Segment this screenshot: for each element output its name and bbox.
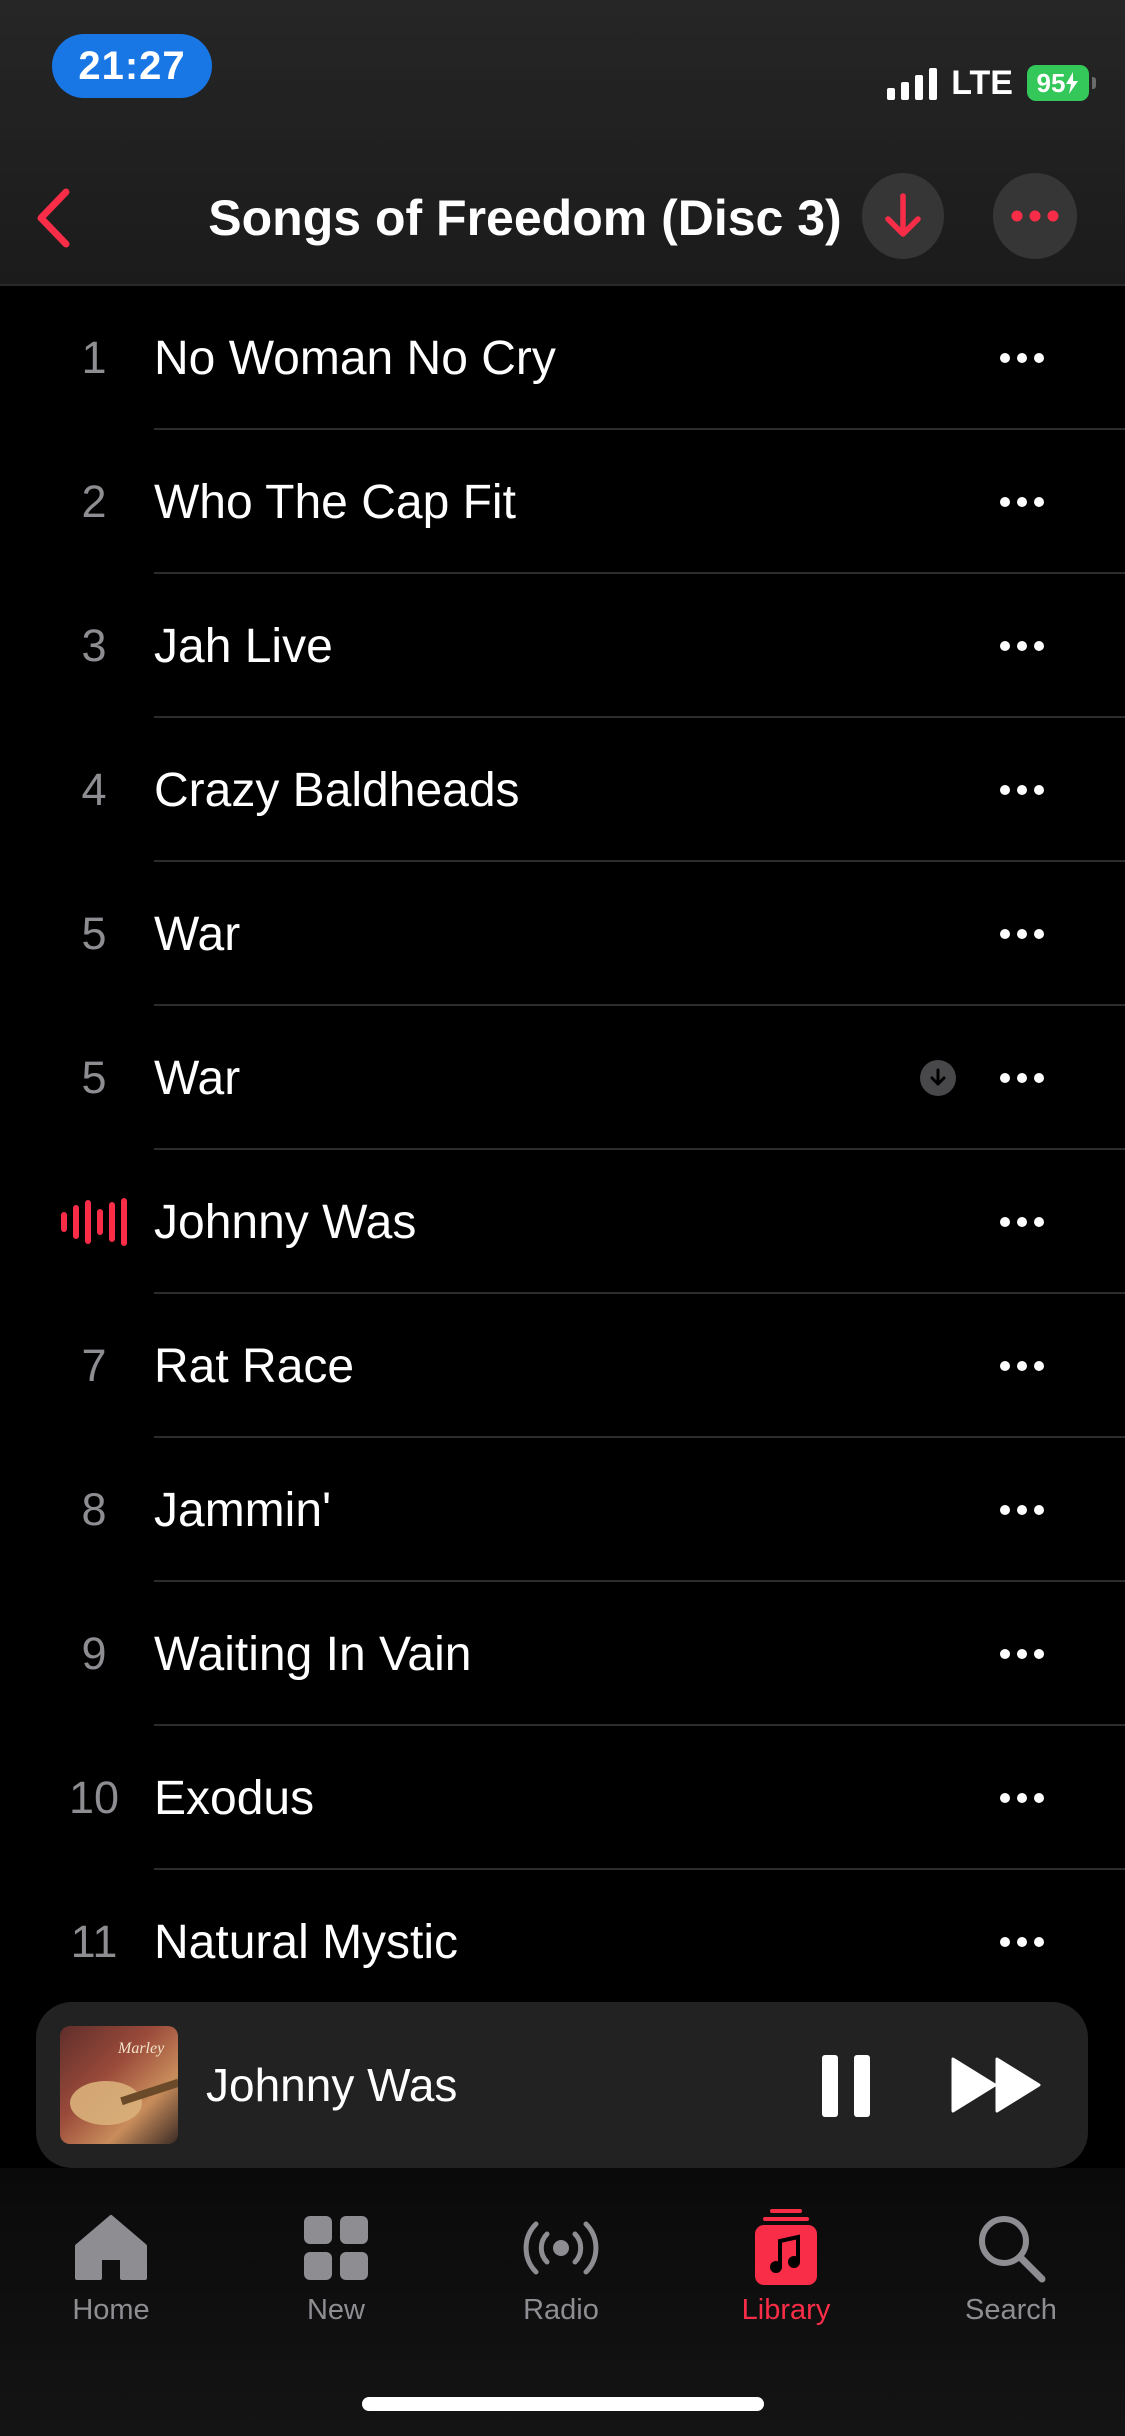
battery-icon: 95 [1027,65,1096,101]
track-title: Jah Live [154,619,333,673]
tab-radio[interactable]: Radio [461,2208,661,2338]
ellipsis-icon [1011,210,1059,222]
download-badge-icon[interactable] [920,1060,956,1096]
track-more-icon[interactable] [990,430,1054,574]
charging-bolt-icon [1066,72,1079,94]
track-number: 9 [81,1628,107,1679]
track-more-icon[interactable] [990,286,1054,430]
back-button[interactable] [18,178,88,258]
track-row[interactable]: 7 Rat Race [0,1294,1125,1438]
track-more-icon[interactable] [990,1870,1054,2014]
track-number: 7 [81,1340,107,1391]
tab-label: New [306,2294,365,2326]
mini-player[interactable]: Marley Johnny Was [36,2002,1088,2168]
now-playing-title: Johnny Was [206,2059,458,2111]
now-playing-indicator [40,1150,148,1294]
tab-search[interactable]: Search [911,2208,1111,2338]
track-title: Exodus [154,1771,315,1825]
track-more-icon[interactable] [990,718,1054,862]
fast-forward-icon [951,2057,1041,2113]
artwork-logo: Marley [118,2040,165,2057]
chevron-left-icon [37,188,70,248]
track-more-icon[interactable] [990,574,1054,718]
grid-icon [303,2208,369,2288]
radio-icon [514,2208,608,2288]
track-more-icon[interactable] [990,1582,1054,1726]
tab-label: Home [72,2294,150,2326]
top-bar: 21:27 LTE 95 Songs of Freedom (Disc 3) [0,0,1125,286]
track-title: War [154,907,241,961]
pause-button[interactable] [806,2046,886,2126]
track-row[interactable]: Johnny Was [0,1150,1125,1294]
tab-library[interactable]: Library [686,2208,886,2338]
track-number: 8 [81,1484,107,1535]
track-row[interactable]: 1 No Woman No Cry [0,286,1125,430]
tab-label: Radio [523,2294,599,2326]
home-icon [74,2208,148,2288]
network-type: LTE [951,63,1013,102]
track-title: Natural Mystic [154,1915,459,1969]
track-row[interactable]: 5 War [0,1006,1125,1150]
equalizer-icon [61,1150,127,1294]
status-indicators: LTE 95 [887,58,1096,108]
library-icon [754,2208,818,2288]
track-title: War [154,1051,241,1105]
track-title: Johnny Was [154,1195,417,1249]
album-title: Songs of Freedom (Disc 3) [208,190,842,246]
track-number: 10 [68,1772,120,1823]
track-title: Rat Race [154,1339,355,1393]
track-number: 5 [81,1052,107,1103]
track-title: Waiting In Vain [154,1627,472,1681]
home-indicator[interactable] [362,2397,764,2411]
more-options-button[interactable] [993,173,1077,259]
track-more-icon[interactable] [990,1726,1054,1870]
track-row[interactable]: 5 War [0,862,1125,1006]
track-more-icon[interactable] [990,1150,1054,1294]
track-row[interactable]: 8 Jammin' [0,1438,1125,1582]
next-track-button[interactable] [942,2042,1052,2128]
track-number: 2 [81,476,107,527]
track-title: Crazy Baldheads [154,763,520,817]
tab-label: Search [965,2294,1057,2326]
track-title: Who The Cap Fit [154,475,516,529]
track-number: 5 [81,908,107,959]
track-more-icon[interactable] [990,1438,1054,1582]
track-row[interactable]: 9 Waiting In Vain [0,1582,1125,1726]
track-list: 1 No Woman No Cry 2 Who The Cap Fit 3 Ja… [0,286,1125,2014]
download-button[interactable] [862,173,944,259]
track-number: 11 [70,1916,118,1967]
track-row[interactable]: 2 Who The Cap Fit [0,430,1125,574]
track-more-icon[interactable] [990,862,1054,1006]
search-icon [976,2208,1046,2288]
cellular-signal-icon [887,66,938,100]
track-row[interactable]: 10 Exodus [0,1726,1125,1870]
tab-new[interactable]: New [236,2208,436,2338]
track-number: 4 [81,764,107,815]
tab-bar: Home New Radio Library Search [0,2168,1125,2436]
track-number: 1 [81,332,107,383]
arrow-down-icon [885,193,921,237]
battery-level: 95 [1036,67,1066,98]
track-row[interactable]: 11 Natural Mystic [0,1870,1125,2014]
track-title: Jammin' [154,1483,332,1537]
track-title: No Woman No Cry [154,331,556,385]
guitar-artwork [70,2081,142,2125]
album-artwork[interactable]: Marley [60,2026,178,2144]
track-row[interactable]: 3 Jah Live [0,574,1125,718]
track-row[interactable]: 4 Crazy Baldheads [0,718,1125,862]
track-more-icon[interactable] [990,1294,1054,1438]
track-number: 3 [81,620,107,671]
tab-label: Library [741,2294,831,2326]
track-more-icon[interactable] [990,1006,1054,1150]
tab-home[interactable]: Home [11,2208,211,2338]
status-time[interactable]: 21:27 [52,34,212,98]
